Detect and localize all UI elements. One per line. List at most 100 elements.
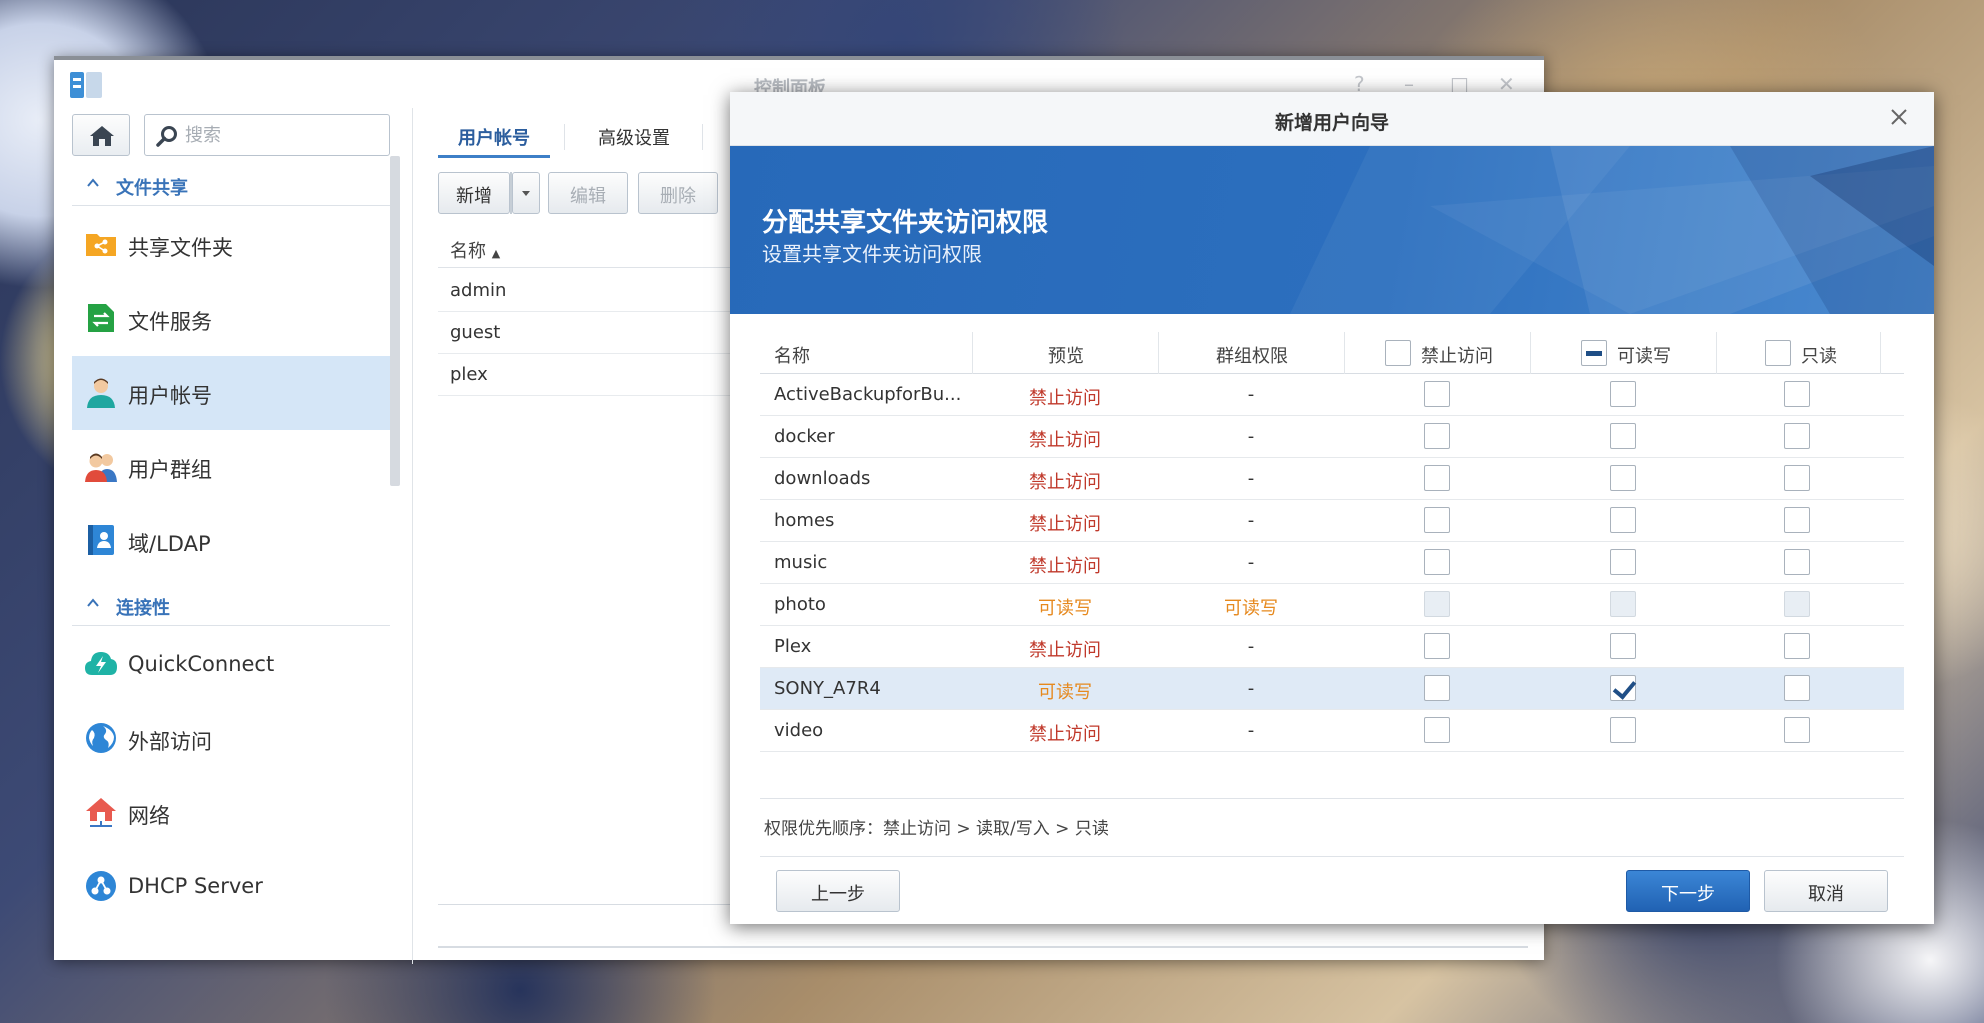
read-only-checkbox[interactable] bbox=[1784, 717, 1810, 743]
group-permission: - bbox=[1247, 552, 1255, 573]
sidebar-item-quickconnect[interactable]: QuickConnect bbox=[72, 628, 390, 702]
folder-name: homes bbox=[774, 510, 835, 531]
deny-checkbox[interactable] bbox=[1424, 423, 1450, 449]
file-services-icon bbox=[88, 304, 114, 332]
table-row[interactable]: downloads 禁止访问 - bbox=[760, 458, 1904, 500]
column-name-header[interactable]: 名称 ▲ bbox=[450, 237, 500, 263]
read-write-checkbox[interactable] bbox=[1610, 633, 1636, 659]
tab-user-account[interactable]: 用户帐号 bbox=[438, 110, 550, 158]
deny-checkbox[interactable] bbox=[1424, 633, 1450, 659]
folder-name: ActiveBackupforBu... bbox=[774, 384, 962, 405]
read-write-checkbox[interactable] bbox=[1610, 465, 1636, 491]
read-only-checkbox[interactable] bbox=[1784, 633, 1810, 659]
deny-checkbox[interactable] bbox=[1424, 549, 1450, 575]
read-write-checkbox[interactable] bbox=[1610, 549, 1636, 575]
read-write-checkbox[interactable] bbox=[1610, 507, 1636, 533]
create-dropdown-button[interactable] bbox=[512, 172, 540, 214]
group-permission: - bbox=[1247, 468, 1255, 489]
column-read-write: 可读写 bbox=[1530, 332, 1716, 374]
globe-icon bbox=[86, 723, 116, 753]
column-preview[interactable]: 预览 bbox=[972, 332, 1158, 374]
edit-button[interactable]: 编辑 bbox=[548, 172, 628, 214]
section-connectivity[interactable]: 连接性 bbox=[72, 584, 390, 626]
sidebar-item-external-access[interactable]: 外部访问 bbox=[72, 702, 390, 776]
shared-folder-icon bbox=[86, 234, 116, 256]
deny-checkbox[interactable] bbox=[1424, 717, 1450, 743]
read-only-checkbox[interactable] bbox=[1784, 507, 1810, 533]
sidebar-item-network[interactable]: 网络 bbox=[72, 776, 390, 850]
read-only-checkbox[interactable] bbox=[1784, 423, 1810, 449]
sidebar-item-shared-folder[interactable]: 共享文件夹 bbox=[72, 208, 390, 282]
search-box[interactable] bbox=[144, 114, 390, 156]
close-icon[interactable] bbox=[1886, 104, 1912, 130]
user-list-header[interactable]: 名称 ▲ bbox=[438, 228, 738, 268]
deny-all-checkbox[interactable] bbox=[1385, 340, 1411, 366]
next-button[interactable]: 下一步 bbox=[1626, 870, 1750, 912]
group-permission: - bbox=[1247, 636, 1255, 657]
sidebar-item-file-services[interactable]: 文件服务 bbox=[72, 282, 390, 356]
delete-button[interactable]: 删除 bbox=[638, 172, 718, 214]
tab-separator bbox=[564, 124, 565, 150]
preview-permission: 禁止访问 bbox=[1029, 388, 1101, 409]
deny-checkbox[interactable] bbox=[1424, 507, 1450, 533]
read-write-checkbox[interactable] bbox=[1610, 675, 1636, 701]
create-user-wizard: 新增用户向导 分配共享文件夹访问权限 设置共享文件夹访问权限 名称 预览 群组权… bbox=[730, 92, 1934, 924]
read-write-checkbox[interactable] bbox=[1610, 423, 1636, 449]
table-row[interactable]: docker 禁止访问 - bbox=[760, 416, 1904, 458]
table-row[interactable]: music 禁止访问 - bbox=[760, 542, 1904, 584]
read-only-checkbox[interactable] bbox=[1784, 381, 1810, 407]
preview-permission: 禁止访问 bbox=[1029, 430, 1101, 451]
table-row[interactable]: Plex 禁止访问 - bbox=[760, 626, 1904, 668]
sort-ascending-icon: ▲ bbox=[491, 247, 501, 260]
preview-permission: 可读写 bbox=[1038, 682, 1092, 703]
group-permission: - bbox=[1247, 510, 1255, 531]
sidebar-item-dhcp-server[interactable]: DHCP Server bbox=[72, 850, 390, 924]
priority-note: 权限优先顺序：禁止访问 > 读取/写入 > 只读 bbox=[764, 819, 1109, 839]
chevron-up-icon bbox=[87, 178, 99, 187]
read-only-checkbox[interactable] bbox=[1784, 675, 1810, 701]
create-button[interactable]: 新增 bbox=[438, 172, 510, 214]
group-permission: - bbox=[1247, 384, 1255, 405]
read-write-checkbox[interactable] bbox=[1610, 381, 1636, 407]
tab-separator bbox=[702, 124, 703, 150]
tab-advanced-settings[interactable]: 高级设置 bbox=[578, 110, 690, 158]
cancel-button[interactable]: 取消 bbox=[1764, 870, 1888, 912]
read-only-checkbox bbox=[1784, 591, 1810, 617]
deny-checkbox[interactable] bbox=[1424, 465, 1450, 491]
read-only-checkbox[interactable] bbox=[1784, 465, 1810, 491]
column-name[interactable]: 名称 bbox=[760, 332, 972, 374]
preview-permission: 禁止访问 bbox=[1029, 472, 1101, 493]
column-spacer bbox=[1880, 332, 1904, 374]
search-input[interactable] bbox=[185, 123, 381, 147]
permission-table-header: 名称 预览 群组权限 禁止访问 可读写 只读 bbox=[760, 332, 1904, 374]
read-write-checkbox[interactable] bbox=[1610, 717, 1636, 743]
home-button[interactable] bbox=[72, 114, 130, 156]
read-only-all-checkbox[interactable] bbox=[1765, 340, 1791, 366]
group-permission: - bbox=[1247, 426, 1255, 447]
table-row[interactable]: video 禁止访问 - bbox=[760, 710, 1904, 752]
sidebar-item-user-account[interactable]: 用户帐号 bbox=[72, 356, 390, 430]
read-only-checkbox[interactable] bbox=[1784, 549, 1810, 575]
group-permission: - bbox=[1247, 720, 1255, 741]
preview-permission: 禁止访问 bbox=[1029, 640, 1101, 661]
control-panel-app-icon bbox=[70, 70, 104, 100]
back-button[interactable]: 上一步 bbox=[776, 870, 900, 912]
sidebar-item-user-group[interactable]: 用户群组 bbox=[72, 430, 390, 504]
wizard-heading: 分配共享文件夹访问权限 bbox=[762, 208, 1049, 238]
preview-permission: 可读写 bbox=[1038, 598, 1092, 619]
deny-checkbox[interactable] bbox=[1424, 381, 1450, 407]
sidebar-scrollbar[interactable] bbox=[390, 156, 400, 486]
table-row[interactable]: guest bbox=[438, 312, 738, 354]
read-write-all-checkbox[interactable] bbox=[1581, 340, 1607, 366]
table-row[interactable]: ActiveBackupforBu... 禁止访问 - bbox=[760, 374, 1904, 416]
table-row[interactable]: plex bbox=[438, 354, 738, 396]
sidebar-item-ldap[interactable]: 域/LDAP bbox=[72, 504, 390, 578]
table-row[interactable]: photo 可读写 可读写 bbox=[760, 584, 1904, 626]
table-row[interactable]: SONY_A7R4 可读写 - bbox=[760, 668, 1904, 710]
section-file-sharing[interactable]: 文件共享 bbox=[72, 164, 390, 206]
column-group-permission[interactable]: 群组权限 bbox=[1158, 332, 1344, 374]
table-row[interactable]: admin bbox=[438, 270, 738, 312]
wizard-titlebar[interactable]: 新增用户向导 bbox=[730, 92, 1934, 146]
deny-checkbox[interactable] bbox=[1424, 675, 1450, 701]
table-row[interactable]: homes 禁止访问 - bbox=[760, 500, 1904, 542]
